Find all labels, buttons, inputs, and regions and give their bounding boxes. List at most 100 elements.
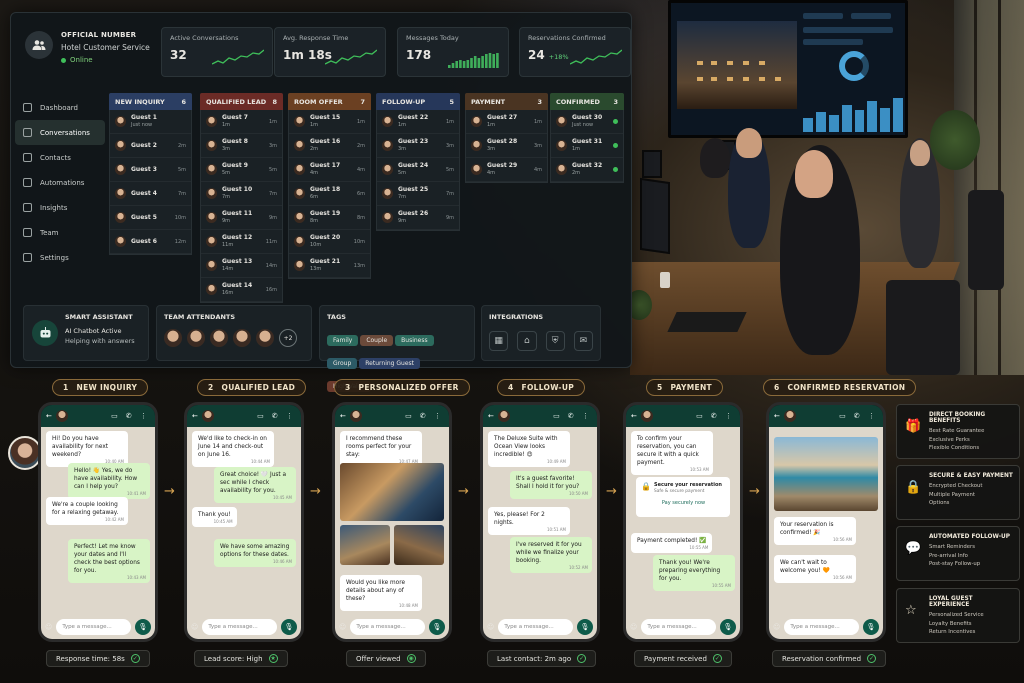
mic-button[interactable]: 🎙 <box>429 619 445 635</box>
message-input[interactable]: Type a message... <box>498 619 573 635</box>
conversation-card[interactable]: Guest 8 3m 3m <box>201 134 282 158</box>
conversation-card[interactable]: Guest 13 14m 14m <box>201 254 282 278</box>
avatar[interactable] <box>187 329 205 347</box>
call-icons[interactable]: ▭ ✆ ⋮ <box>553 412 592 420</box>
emoji-icon[interactable]: ☺ <box>773 623 780 631</box>
shield-icon[interactable]: ⛨ <box>545 331 565 351</box>
column-header[interactable]: PAYMENT 3 <box>465 93 548 110</box>
nav-item-insights[interactable]: Insights <box>15 195 105 220</box>
conversation-card[interactable]: Guest 1 Just now <box>110 110 191 134</box>
avatar[interactable] <box>233 329 251 347</box>
avatar[interactable] <box>210 329 228 347</box>
mic-button[interactable]: 🎙 <box>135 619 151 635</box>
back-icon[interactable]: ← <box>192 412 198 420</box>
column-header[interactable]: QUALIFIED LEAD 8 <box>200 93 283 110</box>
conversation-card[interactable]: Guest 19 8m 8m <box>289 206 370 230</box>
nav-item-dashboard[interactable]: Dashboard <box>15 95 105 120</box>
message-input[interactable]: Type a message... <box>202 619 277 635</box>
conversation-card[interactable]: Guest 26 9m 9m <box>377 206 459 230</box>
conversation-card[interactable]: Guest 22 1m 1m <box>377 110 459 134</box>
room-photo[interactable] <box>340 463 444 521</box>
emoji-icon[interactable]: ☺ <box>45 623 52 631</box>
conversation-card[interactable]: Guest 6 12m <box>110 230 191 254</box>
calendar-icon[interactable]: ▦ <box>489 331 509 351</box>
message-input[interactable]: Type a message... <box>784 619 859 635</box>
mic-button[interactable]: 🎙 <box>720 619 736 635</box>
emoji-icon[interactable]: ☺ <box>191 623 198 631</box>
conversation-card[interactable]: Guest 23 3m 3m <box>377 134 459 158</box>
avatar[interactable] <box>256 329 274 347</box>
avatar <box>206 164 217 175</box>
conversation-card[interactable]: Guest 14 16m 16m <box>201 278 282 302</box>
call-icons[interactable]: ▭ ✆ ⋮ <box>839 412 878 420</box>
column-header[interactable]: FOLLOW-UP 5 <box>376 93 460 110</box>
chat-bubble: Your reservation is confirmed! 🎉 10:56 AM <box>774 517 856 545</box>
back-icon[interactable]: ← <box>46 412 52 420</box>
mic-button[interactable]: 🎙 <box>281 619 297 635</box>
pay-link[interactable]: Pay securely now <box>642 500 725 506</box>
conversation-card[interactable]: Guest 9 5m 5m <box>201 158 282 182</box>
back-icon[interactable]: ← <box>774 412 780 420</box>
conversation-card[interactable]: Guest 24 5m 5m <box>377 158 459 182</box>
conversation-card[interactable]: Guest 28 3m 3m <box>466 134 547 158</box>
tag-family[interactable]: Family <box>327 335 359 346</box>
call-icons[interactable]: ▭ ✆ ⋮ <box>696 412 735 420</box>
bank-icon[interactable]: ⌂ <box>517 331 537 351</box>
emoji-icon[interactable]: ☺ <box>339 623 346 631</box>
conversation-card[interactable]: Guest 7 1m 1m <box>201 110 282 134</box>
avatar[interactable] <box>164 329 182 347</box>
secure-payment-card[interactable]: 🔒 Secure your reservation Safe & secure pa… <box>636 477 730 517</box>
conversation-card[interactable]: Guest 32 2m <box>551 158 623 182</box>
conversation-card[interactable]: Guest 2 2m <box>110 134 191 158</box>
room-photo[interactable] <box>340 525 390 565</box>
nav-item-automations[interactable]: Automations <box>15 170 105 195</box>
conversation-card[interactable]: Guest 11 9m 9m <box>201 206 282 230</box>
back-icon[interactable]: ← <box>631 412 637 420</box>
status-pill: Payment received ✓ <box>634 650 732 667</box>
conversation-card[interactable]: Guest 15 1m 1m <box>289 110 370 134</box>
mic-button[interactable]: 🎙 <box>577 619 593 635</box>
mail-icon[interactable]: ✉ <box>573 331 593 351</box>
conversation-card[interactable]: Guest 3 5m <box>110 158 191 182</box>
mic-button[interactable]: 🎙 <box>863 619 879 635</box>
conversation-card[interactable]: Guest 25 7m 7m <box>377 182 459 206</box>
call-icons[interactable]: ▭ ✆ ⋮ <box>405 412 444 420</box>
conversation-card[interactable]: Guest 29 4m 4m <box>466 158 547 182</box>
more-attendants-badge[interactable]: +2 <box>279 329 297 347</box>
nav-item-settings[interactable]: Settings <box>15 245 105 270</box>
resort-photo[interactable] <box>774 437 878 511</box>
conversation-card[interactable]: Guest 17 4m 4m <box>289 158 370 182</box>
nav-item-contacts[interactable]: Contacts <box>15 145 105 170</box>
conversation-card[interactable]: Guest 30 Just now <box>551 110 623 134</box>
call-icons[interactable]: ▭ ✆ ⋮ <box>111 412 150 420</box>
back-icon[interactable]: ← <box>340 412 346 420</box>
tag-business[interactable]: Business <box>395 335 434 346</box>
column-header[interactable]: CONFIRMED 3 <box>550 93 624 110</box>
call-icons[interactable]: ▭ ✆ ⋮ <box>257 412 296 420</box>
message-input[interactable]: Type a message... <box>350 619 425 635</box>
conversation-card[interactable]: Guest 10 7m 7m <box>201 182 282 206</box>
nav-item-team[interactable]: Team <box>15 220 105 245</box>
column-header[interactable]: ROOM OFFER 7 <box>288 93 371 110</box>
conversation-card[interactable]: Guest 21 13m 13m <box>289 254 370 278</box>
message-input[interactable]: Type a message... <box>56 619 131 635</box>
tag-returning-guest[interactable]: Returning Guest <box>359 358 420 369</box>
tag-group[interactable]: Group <box>327 358 358 369</box>
conversation-card[interactable]: Guest 27 1m 1m <box>466 110 547 134</box>
conversation-card[interactable]: Guest 4 7m <box>110 182 191 206</box>
conversation-card[interactable]: Guest 16 2m 2m <box>289 134 370 158</box>
conversation-card[interactable]: Guest 5 10m <box>110 206 191 230</box>
guest-name: Guest 30 <box>572 114 603 121</box>
room-photo[interactable] <box>394 525 444 565</box>
conversation-card[interactable]: Guest 12 11m 11m <box>201 230 282 254</box>
conversation-card[interactable]: Guest 18 6m 6m <box>289 182 370 206</box>
column-header[interactable]: NEW INQUIRY 6 <box>109 93 192 110</box>
emoji-icon[interactable]: ☺ <box>630 623 637 631</box>
emoji-icon[interactable]: ☺ <box>487 623 494 631</box>
message-input[interactable]: Type a message... <box>641 619 716 635</box>
nav-item-conversations[interactable]: Conversations <box>15 120 105 145</box>
tag-couple[interactable]: Couple <box>360 335 394 346</box>
back-icon[interactable]: ← <box>488 412 494 420</box>
conversation-card[interactable]: Guest 31 1m <box>551 134 623 158</box>
conversation-card[interactable]: Guest 20 10m 10m <box>289 230 370 254</box>
